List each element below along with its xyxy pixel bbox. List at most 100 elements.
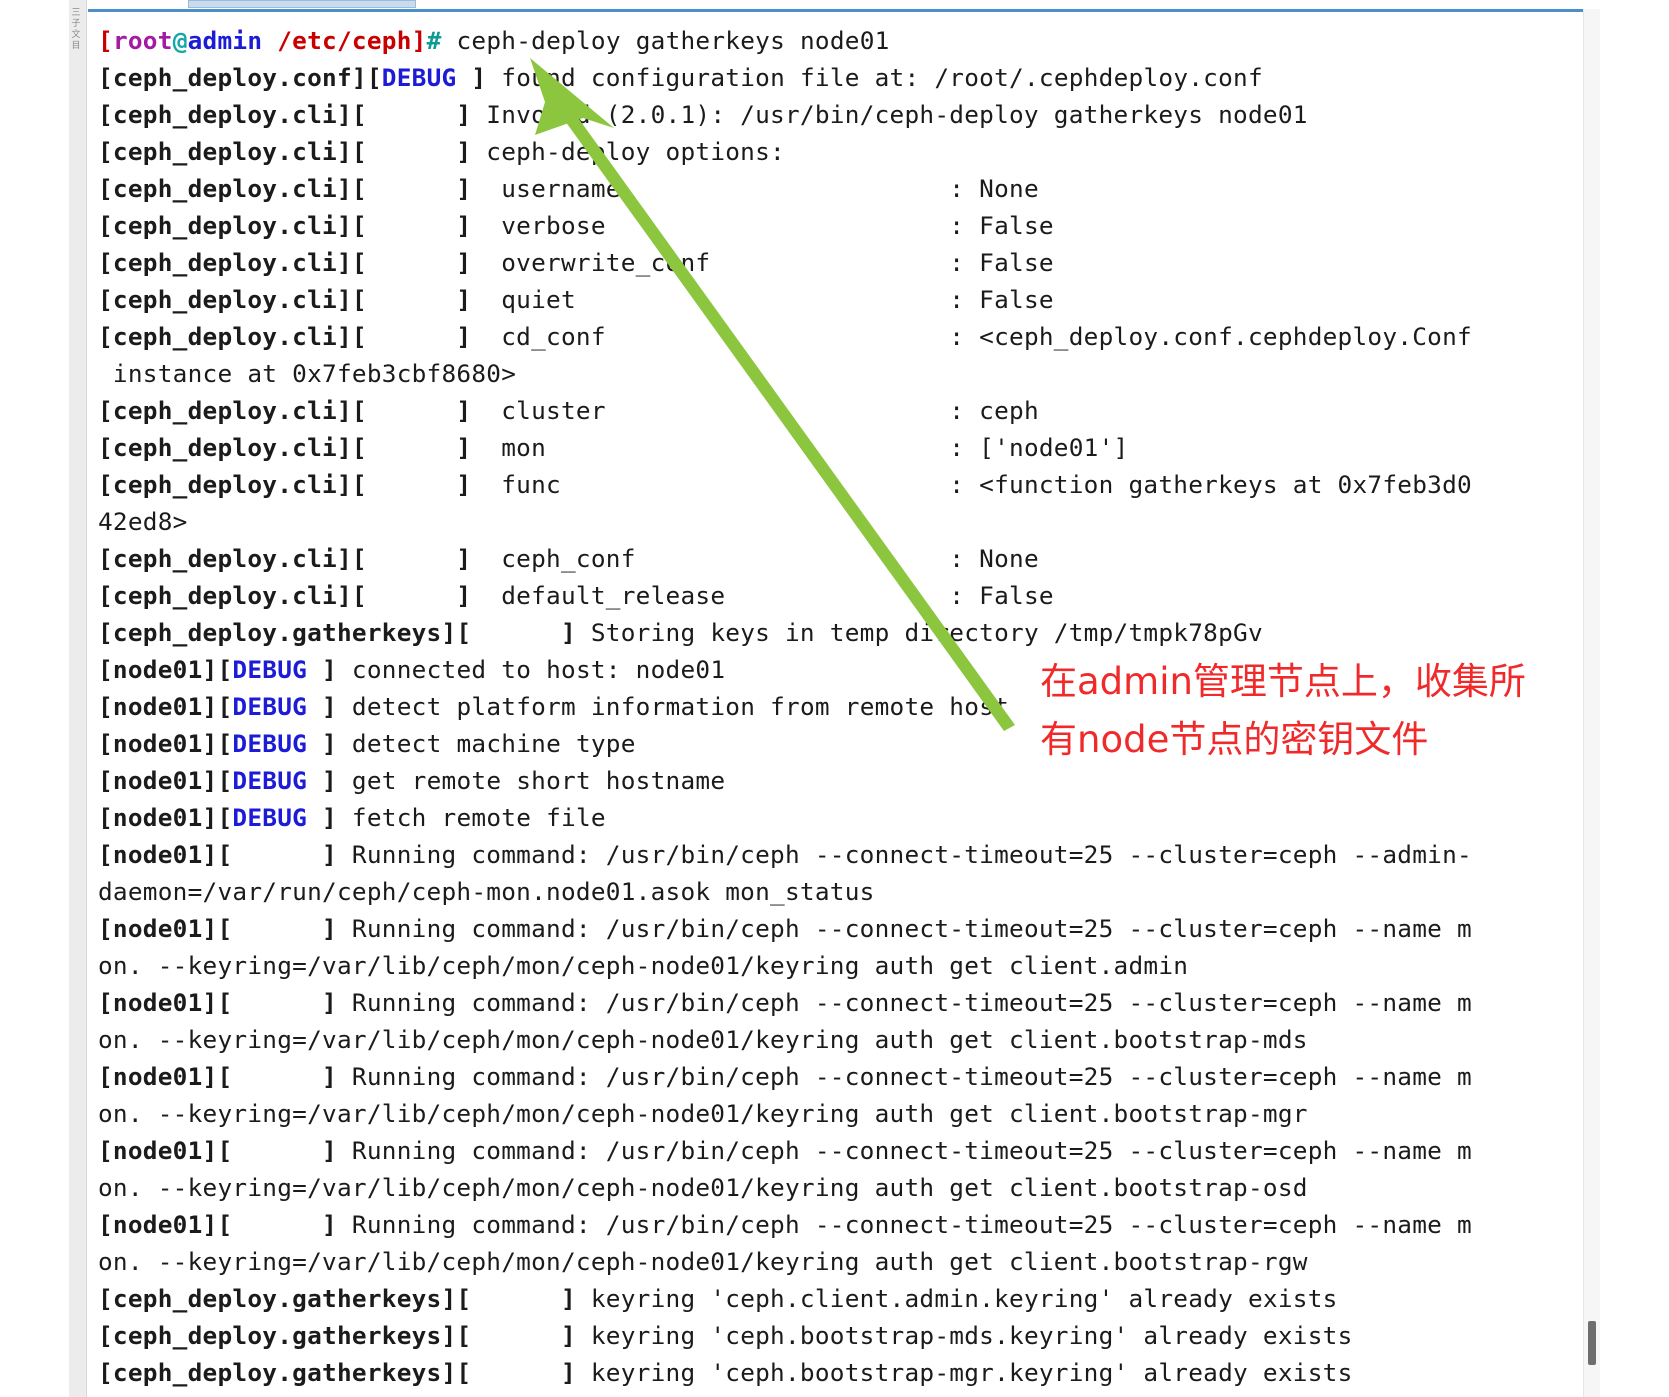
debug-tag: DEBUG [232,803,308,832]
log-line: [ceph_deploy.cli][ ] mon : ['node01'] [98,429,1568,466]
annotation-note: 在admin管理节点上，收集所 有node节点的密钥文件 [1040,653,1580,769]
log-prefix: [ceph_deploy.cli][ ] [98,544,502,573]
log-message: instance at 0x7feb3cbf8680> [98,359,517,388]
log-prefix: [ceph_deploy.cli][ ] [98,581,502,610]
log-message: on. --keyring=/var/lib/ceph/mon/ceph-nod… [98,951,1189,980]
log-prefix: [node01][ ] [98,988,352,1017]
log-prefix: [ceph_deploy.cli][ ] [98,100,487,129]
log-message: on. --keyring=/var/lib/ceph/mon/ceph-nod… [98,1099,1308,1128]
log-message: keyring 'ceph.bootstrap-mgr.keyring' alr… [590,1358,1353,1387]
log-prefix: [ceph_deploy.cli][ ] [98,174,502,203]
log-line: [ceph_deploy.cli][ ] cd_conf : <ceph_dep… [98,318,1568,355]
log-line: [ceph_deploy.gatherkeys][ ] keyring 'cep… [98,1317,1568,1354]
log-message: Running command: /usr/bin/ceph --connect… [351,1136,1472,1165]
log-prefix: [ceph_deploy.cli][ ] [98,248,502,277]
log-message: connected to host: node01 [351,655,726,684]
log-line: [ceph_deploy.cli][ ] func : <function ga… [98,466,1568,503]
log-message: Running command: /usr/bin/ceph --connect… [351,1210,1472,1239]
log-message: verbose : False [501,211,1054,240]
debug-tag: DEBUG [232,692,308,721]
log-line-continuation: on. --keyring=/var/lib/ceph/mon/ceph-nod… [98,1095,1568,1132]
log-suffix: ] [307,692,352,721]
log-message: keyring 'ceph.client.admin.keyring' alre… [590,1284,1338,1313]
debug-tag: DEBUG [381,63,457,92]
vertical-scrollbar[interactable] [1583,9,1600,1397]
log-message: default_release : False [501,581,1054,610]
log-message: username : None [501,174,1039,203]
log-message: quiet : False [501,285,1054,314]
log-prefix: [ceph_deploy.cli][ ] [98,470,502,499]
debug-tag: DEBUG [232,655,308,684]
log-prefix: [node01][ [98,692,233,721]
prompt-at: @ [172,26,188,55]
log-line: [ceph_deploy.gatherkeys][ ] Storing keys… [98,614,1568,651]
log-prefix: [node01][ ] [98,1136,352,1165]
log-line: [ceph_deploy.cli][ ] ceph-deploy options… [98,133,1568,170]
log-message: cd_conf : <ceph_deploy.conf.cephdeploy.C… [501,322,1472,351]
log-prefix: [ceph_deploy.gatherkeys][ ] [98,1358,591,1387]
log-line-continuation: daemon=/var/run/ceph/ceph-mon.node01.aso… [98,873,1568,910]
log-line-continuation: on. --keyring=/var/lib/ceph/mon/ceph-nod… [98,947,1568,984]
log-message: get remote short hostname [351,766,726,795]
log-suffix: ] [307,729,352,758]
log-prefix: [node01][ ] [98,1210,352,1239]
log-message: keyring 'ceph.bootstrap-mds.keyring' alr… [590,1321,1353,1350]
log-prefix: [ceph_deploy.cli][ ] [98,211,502,240]
log-message: Storing keys in temp directory /tmp/tmpk… [590,618,1263,647]
log-prefix: [node01][ [98,766,233,795]
log-prefix: [ceph_deploy.conf][ [98,63,382,92]
annotation-line-2: 有node节点的密钥文件 [1040,718,1429,761]
log-line: [ceph_deploy.cli][ ] verbose : False [98,207,1568,244]
log-message: 42ed8> [98,507,188,536]
log-prefix: [ceph_deploy.gatherkeys][ ] [98,1321,591,1350]
log-message: overwrite_conf : False [501,248,1054,277]
prompt-host: admin [187,26,263,55]
log-line: [ceph_deploy.gatherkeys][ ] keyring 'cep… [98,1280,1568,1317]
log-line-continuation: 42ed8> [98,503,1568,540]
log-message: on. --keyring=/var/lib/ceph/mon/ceph-nod… [98,1247,1308,1276]
log-message: on. --keyring=/var/lib/ceph/mon/ceph-nod… [98,1025,1308,1054]
log-message: Running command: /usr/bin/ceph --connect… [351,914,1472,943]
log-prefix: [node01][ [98,655,233,684]
log-line: [node01][ ] Running command: /usr/bin/ce… [98,1132,1568,1169]
log-suffix: ] [307,803,352,832]
log-prefix: [ceph_deploy.gatherkeys][ ] [98,618,591,647]
log-line: [ceph_deploy.gatherkeys][ ] keyring 'cep… [98,1354,1568,1391]
log-line: [node01][ ] Running command: /usr/bin/ce… [98,984,1568,1021]
log-line-continuation: on. --keyring=/var/lib/ceph/mon/ceph-nod… [98,1243,1568,1280]
log-line-continuation: on. --keyring=/var/lib/ceph/mon/ceph-nod… [98,1169,1568,1206]
log-line-continuation: instance at 0x7feb3cbf8680> [98,355,1568,392]
scrollbar-thumb[interactable] [1588,1321,1596,1365]
gutter-marks: 三 子 文 目 [71,8,81,51]
log-suffix: ] [307,766,352,795]
log-message: func : <function gatherkeys at 0x7feb3d0 [501,470,1472,499]
prompt-user: root [112,26,173,55]
log-line: [ceph_deploy.cli][ ] cluster : ceph [98,392,1568,429]
log-message: cluster : ceph [501,396,1039,425]
log-message: Invoked (2.0.1): /usr/bin/ceph-deploy ga… [486,100,1308,129]
log-line: [node01][ ] Running command: /usr/bin/ce… [98,1206,1568,1243]
log-message: on. --keyring=/var/lib/ceph/mon/ceph-nod… [98,1173,1308,1202]
debug-tag: DEBUG [232,766,308,795]
log-prefix: [ceph_deploy.gatherkeys][ ] [98,1284,591,1313]
log-message: ceph_conf : None [501,544,1039,573]
log-message: mon : ['node01'] [501,433,1129,462]
log-prefix: [node01][ ] [98,914,352,943]
log-prefix: [node01][ ] [98,840,352,869]
active-tab-indicator[interactable] [188,0,416,8]
log-message: daemon=/var/run/ceph/ceph-mon.node01.aso… [98,877,875,906]
prompt-path: /etc/ceph [277,26,412,55]
log-line: [ceph_deploy.cli][ ] default_release : F… [98,577,1568,614]
log-message: fetch remote file [351,803,606,832]
log-prefix: [ceph_deploy.cli][ ] [98,322,502,351]
log-prefix: [ceph_deploy.cli][ ] [98,137,487,166]
log-line: [node01][ ] Running command: /usr/bin/ce… [98,836,1568,873]
log-line: [node01][DEBUG ] fetch remote file [98,799,1568,836]
log-suffix: ] [456,63,502,92]
prompt-close-bracket: ] [411,26,427,55]
log-message: Running command: /usr/bin/ceph --connect… [351,840,1472,869]
log-message: Running command: /usr/bin/ceph --connect… [351,988,1472,1017]
log-line: [ceph_deploy.cli][ ] ceph_conf : None [98,540,1568,577]
log-prefix: [ceph_deploy.cli][ ] [98,433,502,462]
